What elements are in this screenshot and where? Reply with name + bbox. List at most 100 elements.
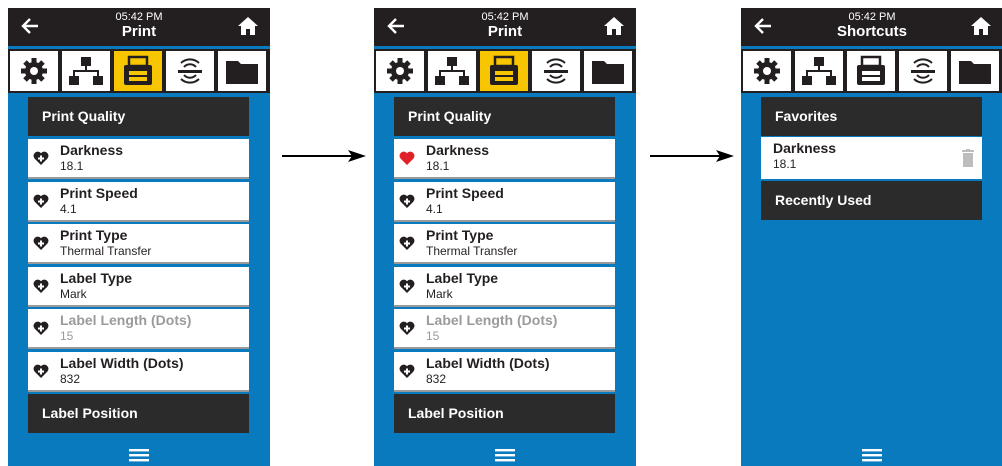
add-favorite-heart-icon[interactable]: [399, 320, 415, 336]
top-bar: 05:42 PM Shortcuts: [741, 8, 1002, 46]
tab-network[interactable]: [62, 51, 110, 91]
list-item[interactable]: Label Type Mark: [394, 266, 615, 307]
section-header[interactable]: Label Position: [28, 394, 249, 433]
tab-settings[interactable]: [10, 51, 58, 91]
favorite-item[interactable]: Darkness 18.1: [761, 137, 982, 179]
page-title: Print: [487, 23, 523, 40]
top-bar: 05:42 PM Print: [374, 8, 636, 46]
item-name: Label Width (Dots): [60, 354, 184, 371]
print-icon: [124, 55, 152, 85]
menu-icon[interactable]: [862, 448, 882, 462]
add-favorite-heart-icon[interactable]: [33, 320, 49, 336]
item-value: 18.1: [60, 159, 84, 173]
tab-settings[interactable]: [376, 51, 424, 91]
tab-rfid[interactable]: [899, 51, 947, 91]
storage-icon: [959, 61, 991, 84]
add-favorite-heart-icon[interactable]: [399, 193, 415, 209]
tab-print[interactable]: [480, 51, 528, 91]
favorites-header: Favorites: [761, 97, 982, 136]
tab-rfid[interactable]: [166, 51, 214, 91]
top-bar: 05:42 PM Print: [8, 8, 270, 46]
item-value: 4.1: [60, 201, 77, 216]
item-value: 15: [426, 329, 440, 343]
screen-print-before: 05:42 PM Print Print Quality Darkness 18.…: [8, 8, 270, 466]
arrow-right-icon: [282, 150, 366, 162]
storage-icon: [226, 61, 258, 84]
item-name: Label Length (Dots): [60, 312, 192, 328]
item-name: Print Speed: [60, 184, 138, 201]
settings-icon: [387, 58, 413, 84]
settings-icon: [754, 58, 780, 84]
item-value: Thermal Transfer: [60, 244, 152, 258]
menu-icon[interactable]: [129, 448, 149, 462]
tab-storage[interactable]: [584, 51, 632, 91]
home-icon[interactable]: [969, 14, 993, 38]
add-favorite-heart-icon[interactable]: [399, 235, 415, 251]
storage-icon: [592, 61, 624, 84]
rfid-icon: [911, 58, 935, 84]
favorite-heart-icon[interactable]: [399, 150, 415, 166]
list-item[interactable]: Label Type Mark: [28, 266, 249, 307]
rfid-icon: [178, 58, 202, 84]
recently-used-header: Recently Used: [761, 181, 982, 220]
clock: 05:42 PM: [848, 11, 896, 23]
section-header[interactable]: Label Position: [394, 394, 615, 433]
tab-print[interactable]: [847, 51, 895, 91]
category-tabs: [8, 49, 270, 93]
list-item[interactable]: Label Width (Dots) 832: [394, 351, 615, 392]
item-value: Mark: [426, 286, 453, 301]
item-value: 832: [426, 371, 447, 386]
item-name: Darkness: [773, 140, 837, 156]
add-favorite-heart-icon[interactable]: [33, 150, 49, 166]
list-item[interactable]: Label Length (Dots) 15: [394, 309, 615, 349]
category-tabs: [741, 49, 1002, 93]
screen-print-after: 05:42 PM Print Print Quality Darkness 18.…: [374, 8, 636, 466]
arrow-right-icon: [650, 150, 734, 162]
item-name: Darkness: [60, 142, 124, 158]
print-icon: [490, 55, 518, 85]
list-item[interactable]: Label Length (Dots) 15: [28, 309, 249, 349]
print-icon: [857, 55, 885, 85]
item-value: 18.1: [426, 159, 450, 173]
tab-storage[interactable]: [218, 51, 266, 91]
add-favorite-heart-icon[interactable]: [399, 363, 415, 379]
item-name: Print Type: [60, 227, 128, 243]
add-favorite-heart-icon[interactable]: [33, 363, 49, 379]
item-name: Label Type: [426, 269, 499, 286]
home-icon[interactable]: [602, 14, 626, 38]
item-value: 18.1: [773, 157, 797, 171]
rfid-icon: [544, 58, 568, 84]
tab-rfid[interactable]: [532, 51, 580, 91]
item-name: Label Width (Dots): [426, 354, 550, 371]
category-tabs: [374, 49, 636, 93]
list-item[interactable]: Label Width (Dots) 832: [28, 351, 249, 392]
add-favorite-heart-icon[interactable]: [33, 193, 49, 209]
list-item[interactable]: Print Type Thermal Transfer: [394, 224, 615, 264]
settings-icon: [21, 58, 47, 84]
page-title: Shortcuts: [836, 23, 907, 40]
item-value: Thermal Transfer: [426, 244, 518, 258]
tab-network[interactable]: [428, 51, 476, 91]
add-favorite-heart-icon[interactable]: [33, 235, 49, 251]
network-icon: [435, 57, 469, 85]
add-favorite-heart-icon[interactable]: [399, 278, 415, 294]
list-item[interactable]: Print Speed 4.1: [394, 181, 615, 222]
item-name: Darkness: [426, 142, 490, 158]
list-item[interactable]: Darkness 18.1: [394, 139, 615, 179]
item-value: 832: [60, 371, 81, 386]
tab-settings[interactable]: [743, 51, 791, 91]
tab-storage[interactable]: [951, 51, 999, 91]
add-favorite-heart-icon[interactable]: [33, 278, 49, 294]
trash-icon[interactable]: [962, 149, 974, 167]
network-icon: [802, 57, 836, 85]
list-item[interactable]: Darkness 18.1: [28, 139, 249, 179]
list-item[interactable]: Print Type Thermal Transfer: [28, 224, 249, 264]
menu-icon[interactable]: [495, 448, 515, 462]
tab-print[interactable]: [114, 51, 162, 91]
tab-network[interactable]: [795, 51, 843, 91]
item-value: Mark: [60, 286, 87, 301]
item-name: Label Type: [60, 269, 133, 286]
home-icon[interactable]: [236, 14, 260, 38]
item-name: Print Type: [426, 227, 494, 243]
list-item[interactable]: Print Speed 4.1: [28, 181, 249, 222]
